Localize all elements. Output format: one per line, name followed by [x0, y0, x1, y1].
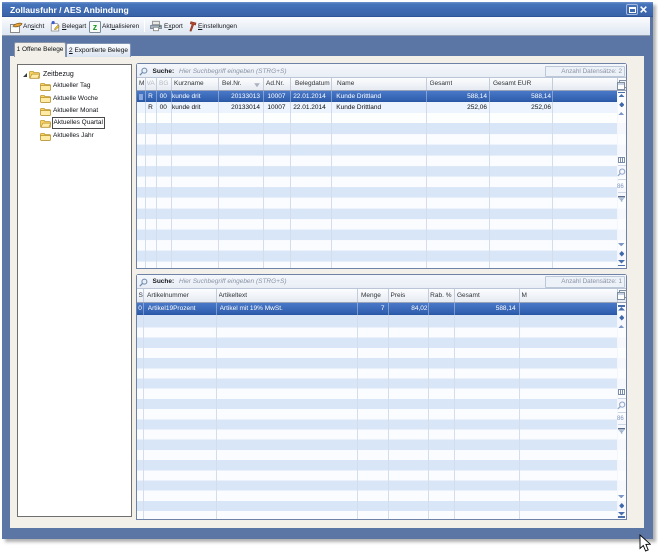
svg-text:z: z: [93, 22, 98, 32]
